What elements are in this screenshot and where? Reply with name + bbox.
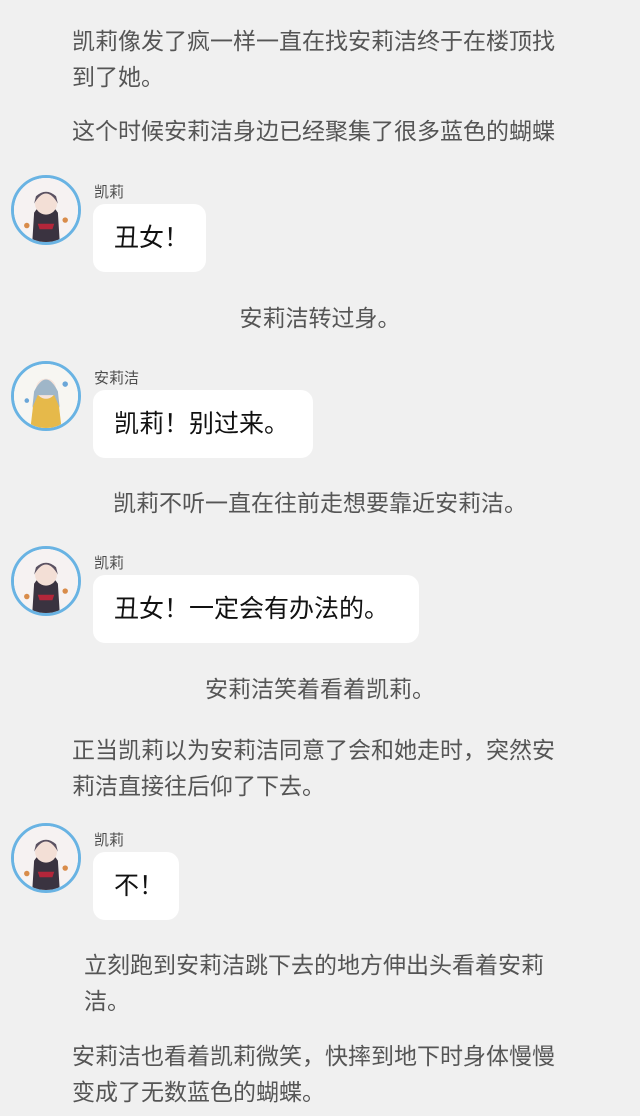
avatar[interactable] (11, 546, 81, 616)
message-bubble[interactable]: 丑女！ (93, 204, 206, 272)
narration-text: 凯莉像发了疯一样一直在找安莉洁终于在楼顶找到了她。 (72, 29, 555, 91)
kaili-avatar-icon (14, 178, 78, 242)
narration-text: 这个时候安莉洁身边已经聚集了很多蓝色的蝴蝶 (72, 119, 555, 145)
narration-text: 安莉洁笑着看着凯莉。 (205, 677, 435, 703)
avatar[interactable] (11, 361, 81, 431)
narration-text: 安莉洁转过身。 (239, 306, 401, 332)
message-bubble[interactable]: 丑女！一定会有办法的。 (93, 575, 419, 643)
message-bubble[interactable]: 凯莉！别过来。 (93, 390, 313, 458)
speaker-name: 凯莉 (94, 554, 125, 572)
avatar[interactable] (11, 823, 81, 893)
narration-text: 安莉洁也看着凯莉微笑，快摔到地下时身体慢慢变成了无数蓝色的蝴蝶。 (72, 1044, 555, 1106)
speaker-name: 凯莉 (94, 183, 125, 201)
avatar[interactable] (11, 175, 81, 245)
narration-text: 凯莉不听一直在往前走想要靠近安莉洁。 (113, 491, 527, 517)
speaker-name: 凯莉 (94, 831, 125, 849)
kaili-avatar-icon (14, 826, 78, 890)
narration-text: 正当凯莉以为安莉洁同意了会和她走时，突然安莉洁直接往后仰了下去。 (72, 738, 555, 800)
speaker-name: 安莉洁 (94, 369, 140, 387)
anlijie-avatar-icon (14, 364, 78, 428)
kaili-avatar-icon (14, 549, 78, 613)
narration-text: 立刻跑到安莉洁跳下去的地方伸出头看着安莉洁。 (84, 953, 544, 1015)
message-bubble[interactable]: 不！ (93, 852, 179, 920)
